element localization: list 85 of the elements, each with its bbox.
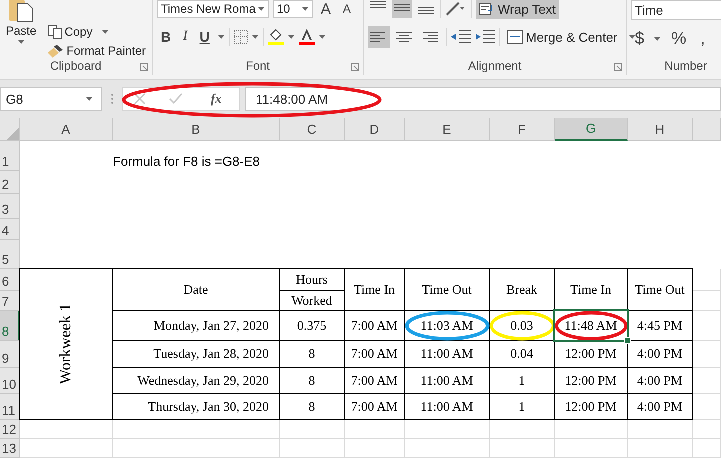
increase-indent-icon[interactable] [475,30,495,44]
cancel-icon[interactable] [134,93,146,105]
column-header[interactable]: E [405,118,490,141]
empty-cell[interactable] [490,439,555,458]
caret-icon[interactable] [302,7,309,11]
caret-icon[interactable] [18,40,25,44]
column-header[interactable]: H [628,118,693,141]
column-header[interactable]: C [280,118,345,141]
formula-field[interactable]: 11:48:00 AM [245,87,721,111]
paintbrush-icon [48,44,64,58]
bold-button[interactable]: B [157,29,176,45]
row-header[interactable]: 5 [0,240,20,269]
copy-icon [48,24,62,38]
merge-cells-icon [507,30,523,44]
number-format-field[interactable]: Time [631,0,721,20]
decrease-indent-icon[interactable] [451,30,471,44]
column-header[interactable]: A [20,118,113,141]
row-header[interactable]: 6 [0,269,20,291]
row-header[interactable]: 2 [0,171,20,194]
row-header[interactable]: 12 [0,420,20,439]
comma-button[interactable]: , [696,29,710,49]
borders-icon[interactable] [234,30,248,44]
table-cell: Workweek 1 [19,268,113,420]
wrap-text-button[interactable]: Wrap Text [476,0,560,19]
group-label: Alignment [468,59,522,73]
table-cell: 4:00 PM [627,393,693,420]
caret-icon[interactable] [654,37,662,41]
drag-handle-icon[interactable] [110,93,114,105]
empty-cell[interactable] [345,439,405,458]
empty-cell[interactable] [628,439,693,458]
row-header[interactable]: 10 [0,368,20,394]
column-header[interactable]: G [555,118,628,141]
name-box[interactable]: G8 [0,87,102,111]
group-label: Number [664,59,708,73]
row-header[interactable]: 7 [0,291,20,311]
middle-align-icon[interactable] [392,0,412,18]
row-header[interactable]: 8 [0,311,20,341]
empty-cell[interactable] [113,439,280,458]
column-header[interactable]: F [490,118,555,141]
copy-button[interactable]: Copy [44,24,150,39]
table-cell: Time Out [627,268,693,311]
format-painter-button[interactable]: Format Painter [44,43,150,58]
row-header[interactable]: 1 [0,141,20,171]
dialog-launcher-icon[interactable] [140,63,148,71]
caret-icon[interactable] [318,35,326,39]
row-header[interactable]: 3 [0,194,20,219]
fill-handle[interactable] [624,337,631,344]
caret-icon[interactable] [288,35,295,39]
column-header[interactable]: B [113,118,280,141]
underline-button[interactable]: U [196,29,214,45]
row-header[interactable]: 4 [0,219,20,240]
row-header[interactable]: 13 [0,439,20,458]
empty-cell[interactable] [405,439,490,458]
grow-font-button[interactable]: A [317,0,336,18]
group-label: Font [246,59,270,73]
caret-icon[interactable] [86,97,93,101]
wrap-text-icon [479,3,495,15]
check-icon[interactable] [168,93,183,105]
caret-icon[interactable] [218,35,225,39]
empty-cell[interactable] [693,439,721,458]
fill-color-icon[interactable] [268,29,284,45]
caret-icon[interactable] [628,35,636,39]
note-text: Formula for F8 is =G8-E8 [113,154,262,171]
row-header[interactable]: 11 [0,394,20,420]
font-name-field[interactable]: Times New Roma [157,0,269,18]
italic-button[interactable]: I [179,29,192,45]
font-color-icon[interactable] [298,29,315,45]
dialog-launcher-icon[interactable] [351,63,359,71]
percent-button[interactable]: % [667,29,691,49]
font-size-field[interactable]: 10 [273,0,313,18]
caret-icon[interactable] [258,7,265,11]
paste-button[interactable]: Paste [4,0,39,58]
column-header[interactable]: D [345,118,405,141]
dialog-launcher-icon[interactable] [614,63,622,71]
group-label: Clipboard [50,59,102,73]
align-left-icon[interactable] [368,26,390,48]
empty-cell[interactable] [693,420,721,439]
caret-icon[interactable] [252,35,259,39]
empty-cell[interactable] [280,439,345,458]
insert-function-button[interactable]: fx [204,90,228,108]
shrink-font-button[interactable]: A [339,2,356,16]
orientation-icon[interactable] [445,1,467,17]
empty-cell[interactable] [555,439,628,458]
row-header[interactable]: 9 [0,341,20,368]
caret-icon[interactable] [102,30,109,34]
